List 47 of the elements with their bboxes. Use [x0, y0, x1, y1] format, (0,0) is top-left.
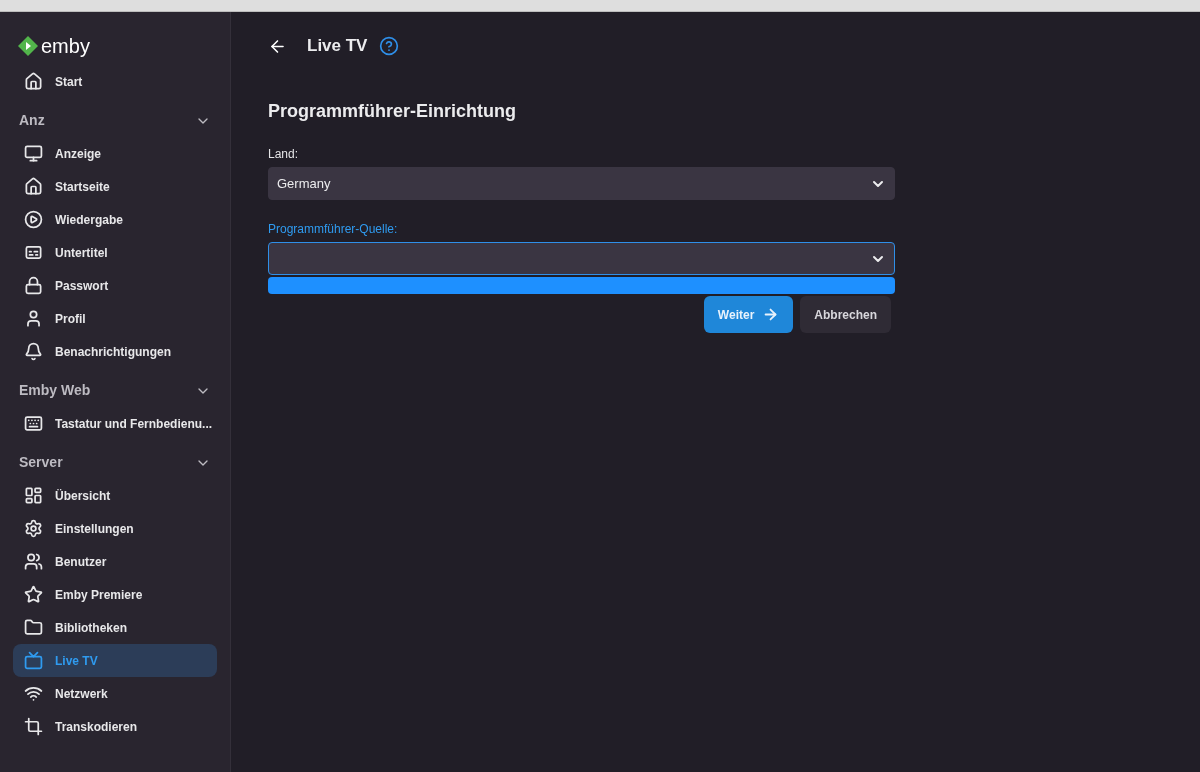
sidebar-item[interactable]: Anzeige [13, 137, 217, 170]
section-header[interactable]: Server [0, 446, 230, 479]
sidebar-item[interactable]: Profil [13, 302, 217, 335]
tv-icon [24, 651, 43, 670]
sidebar-item[interactable]: Netzwerk [13, 677, 217, 710]
select-field[interactable] [268, 242, 895, 275]
sidebar-item[interactable]: Emby Premiere [13, 578, 217, 611]
monitor-icon [24, 144, 43, 163]
settings-icon [24, 519, 43, 538]
sidebar-item[interactable]: Startseite [13, 170, 217, 203]
sidebar-item[interactable]: Einstellungen [13, 512, 217, 545]
wifi-icon [24, 684, 43, 703]
sidebar-item[interactable]: Benutzer [13, 545, 217, 578]
select-field[interactable]: Germany [268, 167, 895, 200]
form-title: Programmführer-Einrichtung [268, 100, 518, 123]
sidebar-item[interactable]: Start [13, 65, 217, 98]
lock-icon [24, 276, 43, 295]
section-header[interactable]: Emby Web [0, 374, 230, 407]
keyboard-icon [24, 414, 43, 433]
logo-icon [18, 36, 38, 56]
bell-icon [24, 342, 43, 361]
sidebar-item[interactable]: Übersicht [13, 479, 217, 512]
sidebar-item[interactable]: Transkodieren [13, 710, 217, 743]
dashboard-icon [24, 486, 43, 505]
page-title: Live TV [307, 35, 368, 58]
sidebar-item[interactable]: Benachrichtigungen [13, 335, 217, 368]
sidebar-item[interactable]: Wiedergabe [13, 203, 217, 236]
home-icon [24, 72, 43, 91]
field-label: Land: [268, 146, 300, 163]
user-icon [24, 309, 43, 328]
sidebar-item[interactable]: Passwort [13, 269, 217, 302]
sidebar-item[interactable]: Live TV [13, 644, 217, 677]
play-icon [24, 210, 43, 229]
folder-icon [24, 618, 43, 637]
help-icon[interactable] [379, 36, 400, 56]
crop-icon [24, 717, 43, 736]
star-icon [24, 585, 43, 604]
logo-text: emby [41, 36, 90, 56]
field-label: Programmführer-Quelle: [268, 221, 399, 238]
sidebar-item[interactable]: Tastatur und Fernbedienu... [13, 407, 217, 440]
sidebar-item[interactable]: Untertitel [13, 236, 217, 269]
captions-icon [24, 243, 43, 262]
sidebar-item[interactable]: Bibliotheken [13, 611, 217, 644]
section-header[interactable]: Anz [0, 104, 230, 137]
users-icon [24, 552, 43, 571]
home-icon [24, 177, 43, 196]
cancel-button[interactable]: Abbrechen [800, 296, 891, 333]
